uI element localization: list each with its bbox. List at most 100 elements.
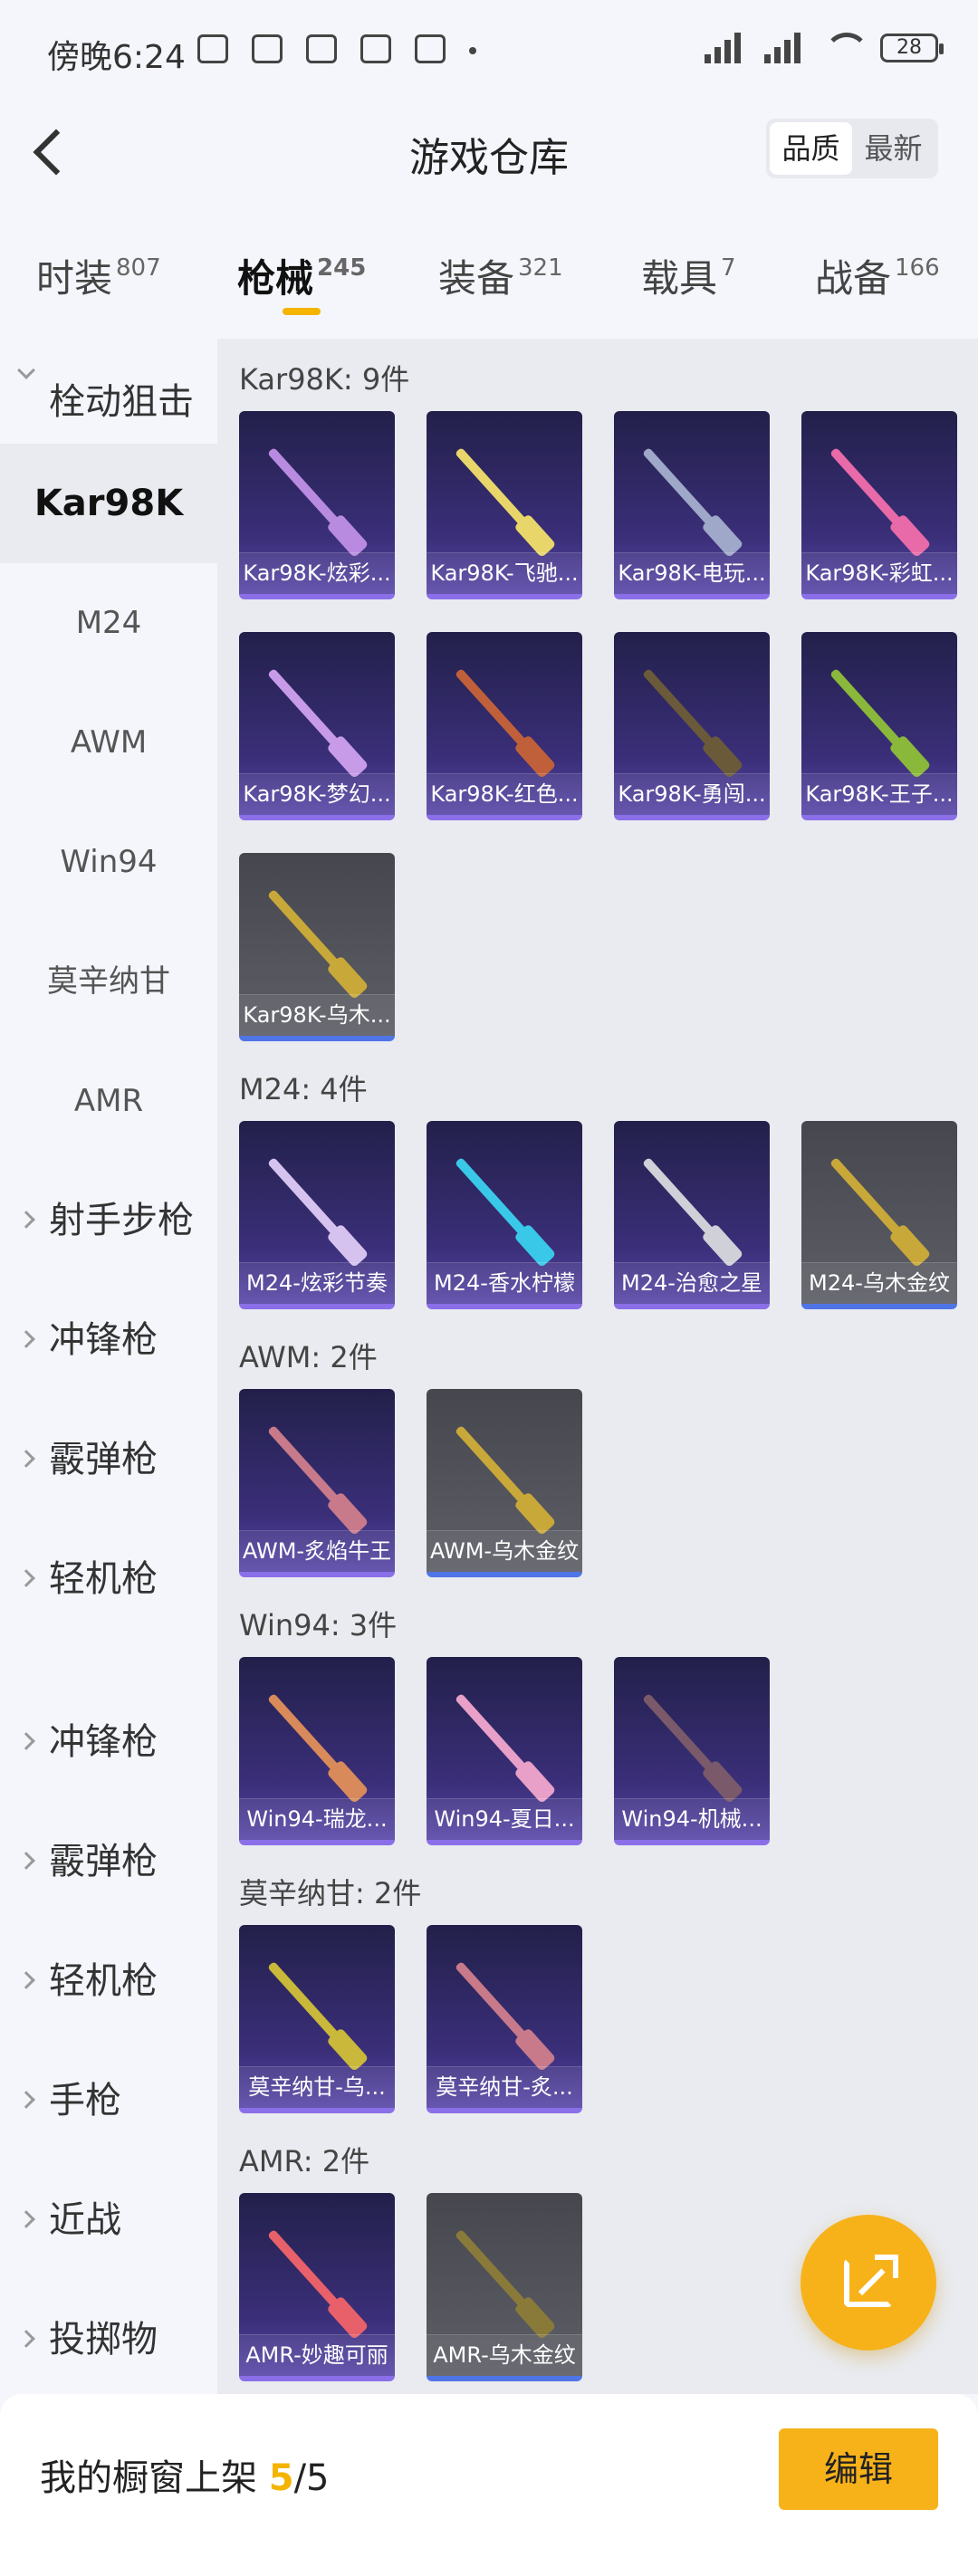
tab-vehicles[interactable]: 载具 7: [641, 248, 736, 303]
weapon-card[interactable]: AWM-炙焰牛王: [239, 1389, 395, 1577]
wifi-icon: [824, 33, 869, 63]
sidebar-item-smg-2[interactable]: 冲锋枪: [0, 1682, 217, 1802]
sidebar-item-melee[interactable]: 近战: [0, 2160, 217, 2280]
section-label: 莫辛纳甘: 2件: [239, 1876, 422, 1910]
sidebar-item-throwable[interactable]: 投掷物: [0, 2280, 217, 2399]
app-notification-icon: [252, 34, 283, 63]
rifle-icon: [642, 667, 740, 776]
weapon-name: M24-乌木金纹: [801, 1262, 957, 1304]
active-tab-indicator: [283, 308, 321, 315]
chevron-right-icon: [17, 1330, 35, 1348]
rifle-icon: [267, 1960, 365, 2069]
rifle-icon: [267, 446, 365, 555]
category-tabs: 时装 807 枪械 245 装备 321 载具 7 战备 166: [0, 226, 978, 326]
weapon-name: Win94-机械...: [614, 1798, 770, 1840]
showcase-total-count: /5: [293, 2457, 330, 2499]
weapon-name: M24-炫彩节奏: [239, 1262, 395, 1304]
sort-toggle: 品质 最新: [766, 119, 938, 178]
rifle-icon: [642, 1692, 740, 1801]
rifle-icon: [642, 446, 740, 555]
rifle-icon: [455, 1960, 552, 2069]
weapon-card[interactable]: Kar98K-王子...: [801, 632, 957, 820]
sidebar-item-lmg[interactable]: 轻机枪: [0, 1519, 217, 1639]
weapon-name: Kar98K-王子...: [801, 773, 957, 815]
weapon-card[interactable]: AWM-乌木金纹: [427, 1389, 582, 1577]
weapon-card[interactable]: Kar98K-红色...: [427, 632, 582, 820]
weapon-card[interactable]: Win94-机械...: [614, 1657, 770, 1845]
weapon-card[interactable]: M24-炫彩节奏: [239, 1121, 395, 1309]
sidebar-item-lmg-2[interactable]: 轻机枪: [0, 1921, 217, 2041]
weapon-card[interactable]: Kar98K-电玩...: [614, 411, 770, 599]
tab-combat-gear[interactable]: 战备 166: [815, 248, 940, 303]
share-fab[interactable]: [801, 2215, 936, 2351]
chevron-right-icon: [17, 1569, 35, 1587]
weapon-card[interactable]: 莫辛纳甘-乌...: [239, 1925, 395, 2113]
mute-icon: [197, 34, 228, 63]
sidebar-item-shotgun-2[interactable]: 霰弹枪: [0, 1802, 217, 1921]
sidebar-item-smg[interactable]: 冲锋枪: [0, 1280, 217, 1400]
sidebar-item-pistol[interactable]: 手枪: [0, 2041, 217, 2160]
sort-latest-button[interactable]: 最新: [852, 122, 935, 175]
weapon-card[interactable]: M24-香水柠檬: [427, 1121, 582, 1309]
sidebar-item-win94[interactable]: Win94: [0, 802, 217, 922]
sidebar-item-m24[interactable]: M24: [0, 563, 217, 683]
chevron-right-icon: [17, 1211, 35, 1229]
weapon-card[interactable]: Kar98K-梦幻...: [239, 632, 395, 820]
notification-icons: [197, 34, 476, 63]
weapon-name: 莫辛纳甘-乌...: [239, 2066, 395, 2108]
weapon-card[interactable]: Kar98K-彩虹...: [801, 411, 957, 599]
status-right: 28: [705, 33, 944, 63]
rifle-icon: [455, 446, 552, 555]
weapon-name: Kar98K-梦幻...: [239, 773, 395, 815]
sidebar: 栓动狙击 Kar98K M24 AWM Win94 莫辛纳甘 AMR 射手步枪 …: [0, 339, 217, 2394]
weapon-name: Kar98K-彩虹...: [801, 552, 957, 594]
bottom-bar: 我的橱窗上架 5/5 编辑: [0, 2394, 978, 2576]
weapon-name: Kar98K-乌木...: [239, 994, 395, 1036]
wechat-icon: [306, 34, 337, 63]
rifle-icon: [829, 446, 927, 555]
chevron-right-icon: [17, 2330, 35, 2348]
sidebar-item-bolt-action[interactable]: 栓动狙击: [0, 357, 217, 447]
status-time: 傍晚6:24: [47, 39, 186, 76]
weapon-card[interactable]: AMR-妙趣可丽: [239, 2193, 395, 2381]
weapon-card[interactable]: AMR-乌木金纹: [427, 2193, 582, 2381]
tab-equipment[interactable]: 装备 321: [438, 248, 563, 303]
status-bar: 傍晚6:24 28: [0, 0, 978, 105]
sidebar-item-awm[interactable]: AWM: [0, 683, 217, 802]
rifle-icon: [455, 2228, 552, 2337]
rifle-icon: [829, 667, 927, 776]
chevron-right-icon: [17, 1732, 35, 1750]
sort-quality-button[interactable]: 品质: [770, 122, 852, 175]
sidebar-item-shotgun[interactable]: 霰弹枪: [0, 1400, 217, 1519]
weapon-card[interactable]: Win94-瑞龙...: [239, 1657, 395, 1845]
weapon-card[interactable]: Win94-夏日...: [427, 1657, 582, 1845]
tab-fashion[interactable]: 时装 807: [36, 248, 161, 303]
edit-button[interactable]: 编辑: [779, 2428, 938, 2510]
signal-icon-2: [764, 33, 808, 63]
weapon-card[interactable]: M24-乌木金纹: [801, 1121, 957, 1309]
sidebar-item-mosin[interactable]: 莫辛纳甘: [0, 922, 217, 1041]
rifle-icon: [267, 2228, 365, 2337]
chat-icon: [415, 34, 446, 63]
weapon-card[interactable]: Kar98K-飞驰...: [427, 411, 582, 599]
weapon-name: Kar98K-炫彩...: [239, 552, 395, 594]
weapon-card[interactable]: Kar98K-炫彩...: [239, 411, 395, 599]
rifle-icon: [267, 888, 365, 997]
section-label: AWM: 2件: [239, 1340, 378, 1374]
tab-guns[interactable]: 枪械 245: [237, 248, 366, 303]
weapon-card[interactable]: M24-治愈之星: [614, 1121, 770, 1309]
sidebar-item-amr[interactable]: AMR: [0, 1041, 217, 1161]
weapon-card[interactable]: 莫辛纳甘-炙...: [427, 1925, 582, 2113]
showcase-current-count: 5: [268, 2457, 294, 2499]
rifle-icon: [455, 1156, 552, 1265]
rifle-icon: [455, 1424, 552, 1533]
sidebar-item-dmr[interactable]: 射手步枪: [0, 1161, 217, 1280]
weapon-name: Win94-夏日...: [427, 1798, 582, 1840]
weapon-card[interactable]: Kar98K-乌木...: [239, 853, 395, 1041]
weapon-name: M24-治愈之星: [614, 1262, 770, 1304]
upload-icon: [360, 34, 391, 63]
weapon-card[interactable]: Kar98K-勇闯...: [614, 632, 770, 820]
chevron-right-icon: [17, 1971, 35, 1989]
section-label: Kar98K: 9件: [239, 362, 410, 397]
sidebar-item-kar98k[interactable]: Kar98K: [0, 444, 217, 563]
